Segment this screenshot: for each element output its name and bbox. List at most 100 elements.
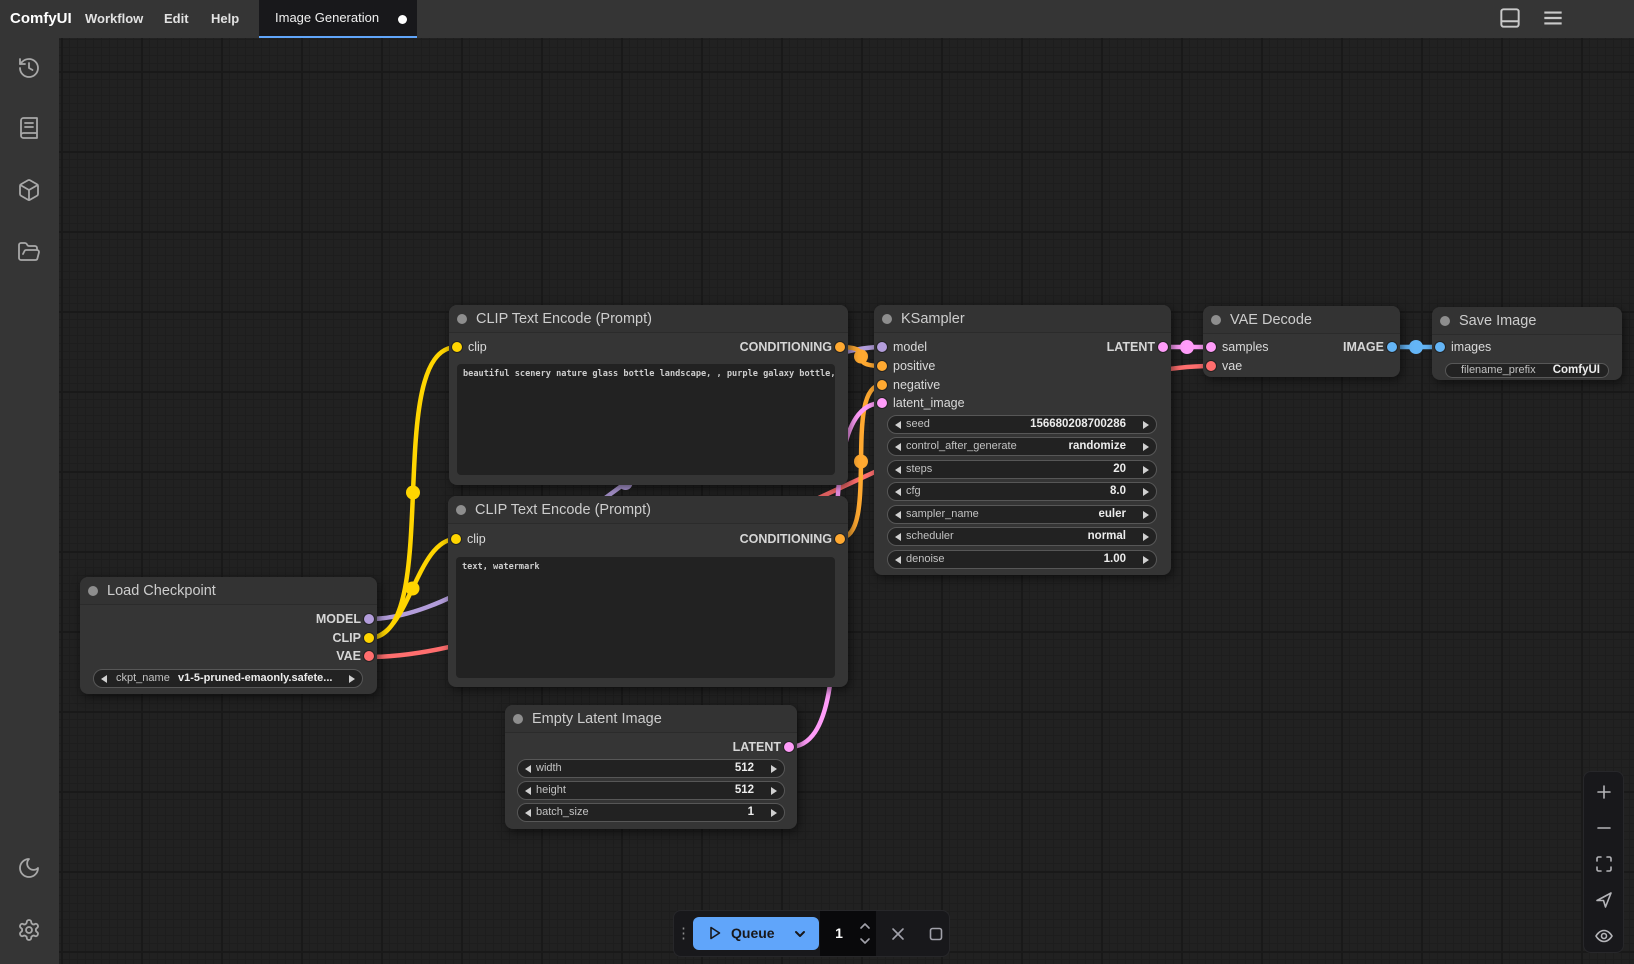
seed-widget[interactable]: seed 156680208700286 <box>887 415 1157 434</box>
stop-icon[interactable] <box>927 925 945 943</box>
height-widget[interactable]: height 512 <box>517 781 785 800</box>
prev-value-arrow-icon[interactable] <box>525 787 531 795</box>
queue-options-chevron-icon[interactable] <box>793 927 807 941</box>
prompt-textarea[interactable]: beautiful scenery nature glass bottle la… <box>457 364 835 475</box>
output-port-latent[interactable] <box>784 742 794 752</box>
collapse-dot-icon[interactable] <box>882 314 892 324</box>
next-value-arrow-icon[interactable] <box>1143 466 1149 474</box>
drag-handle-icon[interactable]: ⋮ <box>676 911 690 956</box>
node-library-icon[interactable] <box>17 116 41 140</box>
cfg-widget[interactable]: cfg 8.0 <box>887 482 1157 501</box>
theme-toggle-moon-icon[interactable] <box>17 856 41 880</box>
prompt-textarea[interactable]: text, watermark <box>456 557 835 678</box>
sampler-name-widget[interactable]: sampler_name euler <box>887 505 1157 524</box>
input-port-clip[interactable] <box>452 342 462 352</box>
input-port-latent-image[interactable] <box>877 398 887 408</box>
prev-value-arrow-icon[interactable] <box>895 443 901 451</box>
batch-count-spinner[interactable]: 1 <box>820 911 876 956</box>
collapse-dot-icon[interactable] <box>513 714 523 724</box>
model-library-icon[interactable] <box>17 178 41 202</box>
node-header[interactable]: Empty Latent Image <box>505 705 797 733</box>
input-port-clip[interactable] <box>451 534 461 544</box>
fit-view-icon[interactable] <box>1594 854 1614 874</box>
panel-toggle-icon[interactable] <box>1497 5 1523 31</box>
select-mode-icon[interactable] <box>1594 890 1614 910</box>
tab-image-generation[interactable]: Image Generation <box>259 0 417 38</box>
hamburger-menu-icon[interactable] <box>1540 5 1566 31</box>
next-value-arrow-icon[interactable] <box>1143 488 1149 496</box>
next-value-arrow-icon[interactable] <box>1143 511 1149 519</box>
node-load-checkpoint[interactable]: Load Checkpoint MODEL CLIP VAE ckpt_name… <box>80 577 377 694</box>
batch-count-value[interactable]: 1 <box>820 911 858 956</box>
next-value-arrow-icon[interactable] <box>771 787 777 795</box>
input-port-vae[interactable] <box>1206 361 1216 371</box>
output-port-conditioning[interactable] <box>835 342 845 352</box>
node-header[interactable]: Save Image <box>1432 307 1622 335</box>
collapse-dot-icon[interactable] <box>88 586 98 596</box>
batch-size-widget[interactable]: batch_size 1 <box>517 803 785 822</box>
next-value-arrow-icon[interactable] <box>349 675 355 683</box>
collapse-dot-icon[interactable] <box>1211 315 1221 325</box>
output-port-vae[interactable] <box>364 651 374 661</box>
node-empty-latent-image[interactable]: Empty Latent Image LATENT width 512 heig… <box>505 705 797 829</box>
input-port-images[interactable] <box>1435 342 1445 352</box>
collapse-dot-icon[interactable] <box>457 314 467 324</box>
next-value-arrow-icon[interactable] <box>1143 443 1149 451</box>
prev-value-arrow-icon[interactable] <box>895 466 901 474</box>
node-ksampler[interactable]: KSampler model LATENT positive negative … <box>874 305 1171 575</box>
collapse-dot-icon[interactable] <box>456 505 466 515</box>
input-port-negative[interactable] <box>877 380 887 390</box>
next-value-arrow-icon[interactable] <box>1143 533 1149 541</box>
clear-queue-icon[interactable] <box>889 925 907 943</box>
prev-value-arrow-icon[interactable] <box>895 511 901 519</box>
zoom-in-icon[interactable] <box>1594 782 1614 802</box>
queue-button[interactable]: Queue <box>693 917 819 950</box>
steps-widget[interactable]: steps 20 <box>887 460 1157 479</box>
collapse-dot-icon[interactable] <box>1440 316 1450 326</box>
output-port-image[interactable] <box>1387 342 1397 352</box>
prev-value-arrow-icon[interactable] <box>895 421 901 429</box>
menu-workflow[interactable]: Workflow <box>85 0 143 38</box>
node-clip-text-encode-positive[interactable]: CLIP Text Encode (Prompt) clip CONDITION… <box>449 305 848 485</box>
denoise-widget[interactable]: denoise 1.00 <box>887 550 1157 569</box>
input-port-samples[interactable] <box>1206 342 1216 352</box>
history-icon[interactable] <box>17 56 41 80</box>
node-save-image[interactable]: Save Image images filename_prefix ComfyU… <box>1432 307 1622 380</box>
node-vae-decode[interactable]: VAE Decode samples IMAGE vae <box>1203 306 1400 377</box>
prev-value-arrow-icon[interactable] <box>895 488 901 496</box>
output-port-latent[interactable] <box>1158 342 1168 352</box>
output-port-conditioning[interactable] <box>835 534 845 544</box>
active-tab-underline <box>259 36 417 38</box>
prev-value-arrow-icon[interactable] <box>525 809 531 817</box>
menu-help[interactable]: Help <box>211 0 239 38</box>
node-header[interactable]: CLIP Text Encode (Prompt) <box>448 496 848 524</box>
output-port-model[interactable] <box>364 614 374 624</box>
next-value-arrow-icon[interactable] <box>771 765 777 773</box>
node-header[interactable]: Load Checkpoint <box>80 577 377 605</box>
filename-prefix-widget[interactable]: filename_prefix ComfyUI <box>1445 363 1609 378</box>
prev-value-arrow-icon[interactable] <box>101 675 107 683</box>
settings-gear-icon[interactable] <box>17 918 41 942</box>
next-value-arrow-icon[interactable] <box>771 809 777 817</box>
prev-value-arrow-icon[interactable] <box>525 765 531 773</box>
width-widget[interactable]: width 512 <box>517 759 785 778</box>
ckpt-name-widget[interactable]: ckpt_name v1-5-pruned-emaonly.safete... <box>93 669 363 688</box>
spinner-steppers-icon[interactable] <box>858 918 872 949</box>
node-clip-text-encode-negative[interactable]: CLIP Text Encode (Prompt) clip CONDITION… <box>448 496 848 687</box>
next-value-arrow-icon[interactable] <box>1143 421 1149 429</box>
node-header[interactable]: KSampler <box>874 305 1171 333</box>
prev-value-arrow-icon[interactable] <box>895 533 901 541</box>
menu-edit[interactable]: Edit <box>164 0 189 38</box>
next-value-arrow-icon[interactable] <box>1143 556 1149 564</box>
scheduler-widget[interactable]: scheduler normal <box>887 527 1157 546</box>
input-port-model[interactable] <box>877 342 887 352</box>
output-port-clip[interactable] <box>364 633 374 643</box>
toggle-link-visibility-icon[interactable] <box>1594 926 1614 946</box>
node-header[interactable]: VAE Decode <box>1203 306 1400 334</box>
input-port-positive[interactable] <box>877 361 887 371</box>
workflows-folder-icon[interactable] <box>17 240 41 264</box>
prev-value-arrow-icon[interactable] <box>895 556 901 564</box>
zoom-out-icon[interactable] <box>1594 818 1614 838</box>
node-header[interactable]: CLIP Text Encode (Prompt) <box>449 305 848 333</box>
control-after-generate-widget[interactable]: control_after_generate randomize <box>887 437 1157 456</box>
